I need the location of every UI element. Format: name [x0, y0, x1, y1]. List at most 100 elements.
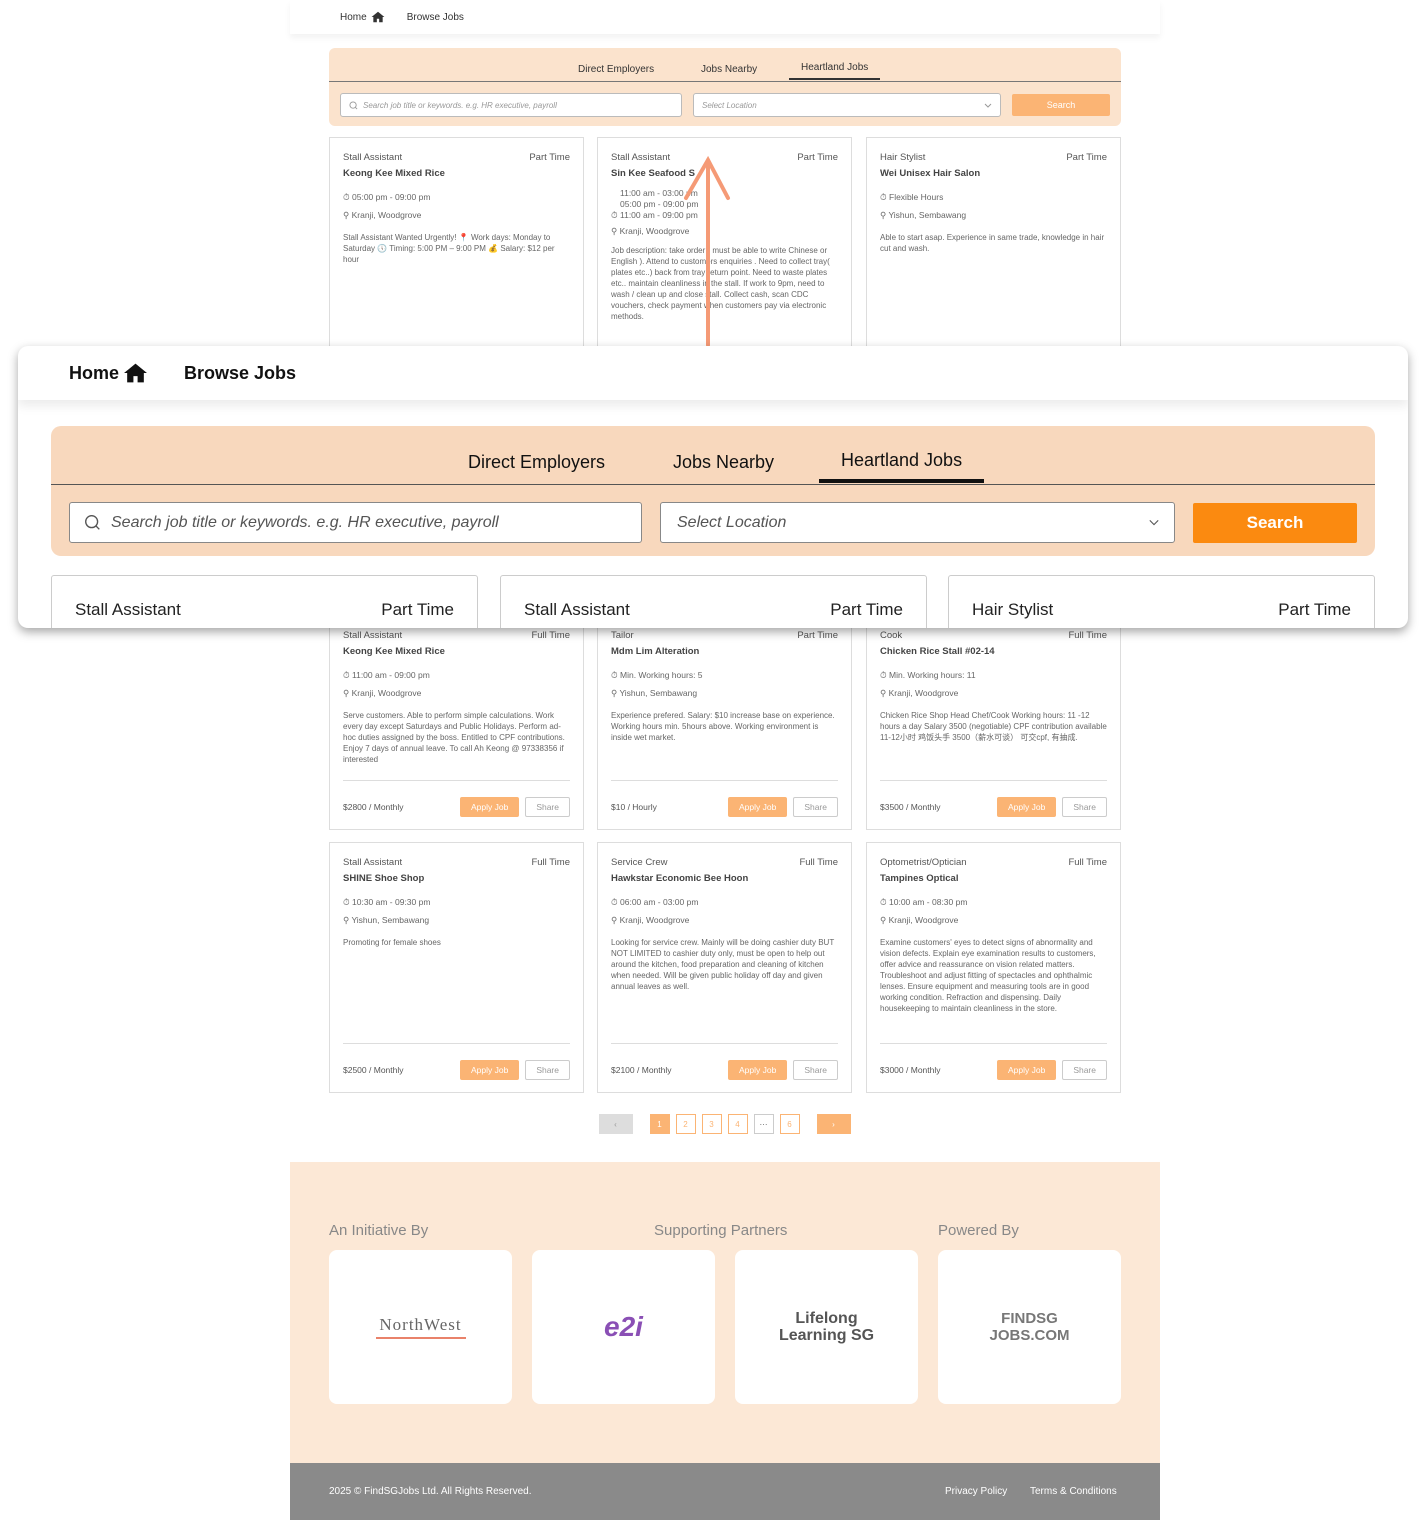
job-time: ⏱ 10:00 am - 08:30 pm — [880, 897, 968, 907]
apply-job-button[interactable]: Apply Job — [727, 1060, 788, 1080]
job-description: Experience prefered. Salary: $10 increas… — [611, 711, 835, 742]
job-title: Hair Stylist — [880, 152, 926, 163]
job-type: Full Time — [1068, 857, 1107, 868]
salary-period: / Monthly — [906, 1065, 941, 1075]
location-select[interactable]: Select Location — [693, 93, 1001, 117]
job-description: Examine customers' eyes to detect signs … — [880, 938, 1096, 1013]
next-page-button[interactable]: › — [816, 1114, 851, 1134]
salary-period: / Monthly — [369, 1065, 404, 1075]
arrow-up-annotation — [684, 155, 730, 347]
top-nav: Home Browse Jobs — [290, 0, 1160, 34]
job-type: Part Time — [797, 152, 838, 163]
search-button[interactable]: Search — [1012, 94, 1110, 116]
salary: $2500 — [343, 1065, 367, 1075]
zoom-tab-direct-employers[interactable]: Direct Employers — [468, 452, 605, 473]
home-icon — [371, 11, 385, 23]
home-link[interactable]: Home — [340, 11, 385, 23]
apply-job-button[interactable]: Apply Job — [996, 797, 1057, 817]
job-description: Able to start asap. Experience in same t… — [880, 233, 1105, 253]
job-card[interactable]: Stall Assistant Full Time Keong Kee Mixed… — [329, 615, 584, 830]
chevron-down-icon — [984, 103, 992, 108]
zoom-home-label: Home — [69, 362, 120, 383]
apply-job-button[interactable]: Apply Job — [996, 1060, 1057, 1080]
zoom-job-card[interactable]: Stall Assistant Part Time — [500, 575, 927, 628]
prev-page-button[interactable]: ‹ — [598, 1114, 633, 1134]
job-time: ⏱ Min. Working hours: 5 — [611, 670, 703, 680]
page: Home Browse Jobs Direct Employers Jobs N… — [290, 0, 1160, 1520]
zoom-home-link[interactable]: Home — [69, 362, 148, 384]
job-card[interactable]: Optometrist/Optician Full Time Tampines O… — [866, 842, 1121, 1093]
share-button[interactable]: Share — [1062, 797, 1107, 817]
job-location: ⚲ Yishun, Sembawang — [611, 688, 698, 698]
share-button[interactable]: Share — [525, 1060, 570, 1080]
page-1[interactable]: 1 — [649, 1114, 670, 1134]
job-location: ⚲ Yishun, Sembawang — [880, 210, 967, 220]
job-type: Full Time — [799, 857, 838, 868]
share-button[interactable]: Share — [793, 797, 838, 817]
share-button[interactable]: Share — [525, 797, 570, 817]
browse-jobs-link[interactable]: Browse Jobs — [407, 12, 464, 23]
job-time: ⏱ 06:00 am - 03:00 pm — [611, 897, 699, 907]
findsgjobs-logo[interactable]: FINDSG JOBS.COM — [938, 1250, 1121, 1404]
chevron-down-icon — [1149, 520, 1159, 526]
zoom-job-tabs: Direct Employers Jobs Nearby Heartland J… — [51, 426, 1375, 485]
zoom-job-card[interactable]: Stall Assistant Part Time — [51, 575, 478, 628]
search-icon — [85, 515, 100, 530]
job-card[interactable]: Tailor Part Time Mdm Lim Alteration ⏱ Min… — [597, 615, 852, 830]
job-time: ⏱ Min. Working hours: 11 — [880, 670, 976, 680]
findsgjobs-logo-text: FINDSG JOBS.COM — [989, 1310, 1070, 1344]
zoom-search-placeholder: Search job title or keywords. e.g. HR ex… — [111, 513, 499, 531]
job-type: Part Time — [529, 152, 570, 163]
search-icon — [349, 100, 358, 109]
share-button[interactable]: Share — [1062, 1060, 1107, 1080]
zoom-tab-jobs-nearby[interactable]: Jobs Nearby — [673, 452, 774, 473]
job-location: ⚲ Kranji, Woodgrove — [343, 688, 422, 698]
powered-label: Powered By — [938, 1222, 1019, 1239]
zoom-search-input[interactable]: Search job title or keywords. e.g. HR ex… — [69, 502, 642, 543]
job-card[interactable]: Hair Stylist Part Time Wei Unisex Hair Sa… — [866, 137, 1121, 347]
page-6[interactable]: 6 — [779, 1114, 800, 1134]
e2i-logo-text: e2i — [604, 1311, 643, 1342]
salary: $2100 — [611, 1065, 635, 1075]
zoom-browse-jobs-link[interactable]: Browse Jobs — [184, 363, 296, 384]
job-card[interactable]: Service Crew Full Time Hawkstar Economic … — [597, 842, 852, 1093]
terms-link[interactable]: Terms & Conditions — [1030, 1486, 1117, 1497]
zoom-search-button[interactable]: Search — [1193, 503, 1357, 543]
job-type: Full Time — [531, 857, 570, 868]
page-2[interactable]: 2 — [675, 1114, 696, 1134]
tab-jobs-nearby[interactable]: Jobs Nearby — [701, 64, 757, 75]
lifelong-learning-logo[interactable]: Lifelong Learning SG — [735, 1250, 918, 1404]
northwest-logo[interactable]: NorthWest — [329, 1250, 512, 1404]
zoom-job-card[interactable]: Hair Stylist Part Time — [948, 575, 1375, 628]
job-location: ⚲ Kranji, Woodgrove — [880, 688, 959, 698]
job-type: Part Time — [797, 630, 838, 641]
job-card[interactable]: Cook Full Time Chicken Rice Stall #02-14 … — [866, 615, 1121, 830]
job-title: Stall Assistant — [343, 857, 403, 868]
job-card[interactable]: Stall Assistant Full Time SHINE Shoe Shop… — [329, 842, 584, 1093]
page-4[interactable]: 4 — [727, 1114, 748, 1134]
pagination: ‹ 1 2 3 4 ··· 6 › — [597, 1114, 852, 1134]
apply-job-button[interactable]: Apply Job — [459, 797, 520, 817]
privacy-policy-link[interactable]: Privacy Policy — [945, 1486, 1007, 1497]
zoom-location-select[interactable]: Select Location — [660, 502, 1175, 543]
job-card[interactable]: Stall Assistant Part Time Keong Kee Mixed… — [329, 137, 584, 347]
apply-job-button[interactable]: Apply Job — [459, 1060, 520, 1080]
zoom-tab-heartland-jobs[interactable]: Heartland Jobs — [819, 450, 985, 483]
job-title: Tailor — [611, 630, 634, 641]
search-input[interactable]: Search job title or keywords. e.g. HR ex… — [340, 93, 682, 117]
page-3[interactable]: 3 — [701, 1114, 722, 1134]
job-type: Part Time — [1066, 152, 1107, 163]
e2i-logo[interactable]: e2i — [532, 1250, 715, 1404]
company-name: Tampines Optical — [880, 873, 959, 884]
tab-heartland-jobs[interactable]: Heartland Jobs — [789, 62, 881, 80]
apply-job-button[interactable]: Apply Job — [727, 797, 788, 817]
job-title: Stall Assistant — [343, 152, 403, 163]
tab-direct-employers[interactable]: Direct Employers — [578, 64, 654, 75]
job-description: Looking for service crew. Mainly will be… — [611, 938, 835, 991]
share-button[interactable]: Share — [793, 1060, 838, 1080]
zoom-job-type: Part Time — [1278, 600, 1351, 619]
job-title: Optometrist/Optician — [880, 857, 967, 868]
company-name: Wei Unisex Hair Salon — [880, 168, 981, 179]
salary: $2800 — [343, 802, 367, 812]
job-description: Chicken Rice Shop Head Chef/Cook Working… — [880, 711, 1107, 742]
